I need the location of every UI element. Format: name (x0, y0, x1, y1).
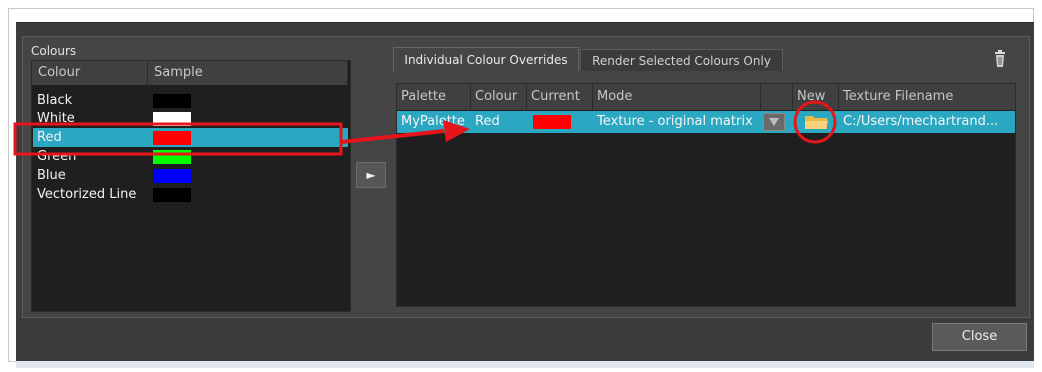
texture-filename-cell: C:/Users/mechartrand... (843, 114, 999, 129)
mode-cell[interactable]: Texture - original matrix (597, 111, 763, 133)
column-header-palette[interactable]: Palette (397, 84, 471, 110)
tab-individual-colour-overrides[interactable]: Individual Colour Overrides (393, 47, 579, 71)
close-button[interactable]: Close (932, 323, 1027, 351)
add-override-button[interactable]: ► (356, 162, 386, 188)
colour-swatch (153, 188, 191, 202)
override-row[interactable]: MyPalette Red Texture - original matrix … (397, 111, 1015, 133)
colour-name: Green (37, 149, 77, 164)
bottom-strip (16, 361, 1034, 368)
colour-name: Vectorized Line (37, 187, 137, 202)
colour-swatch (153, 112, 191, 126)
column-header-blank[interactable] (761, 84, 793, 110)
colour-row-green[interactable]: Green (33, 147, 348, 166)
column-header-colour[interactable]: Colour (32, 61, 148, 85)
trash-icon[interactable] (989, 48, 1011, 70)
colour-swatch (153, 169, 191, 183)
colour-name: White (37, 111, 75, 126)
overrides-table[interactable]: Palette Colour Current Mode New Texture … (396, 83, 1016, 307)
colour-name: Black (37, 93, 73, 108)
column-header-sample[interactable]: Sample (148, 61, 348, 85)
colour-row-black[interactable]: Black (33, 91, 348, 110)
folder-icon[interactable] (801, 114, 831, 131)
colour-row-vectorized-line[interactable]: Vectorized Line (33, 185, 348, 204)
colour-name: Blue (37, 168, 66, 183)
column-header-texture-filename[interactable]: Texture Filename (839, 84, 1015, 110)
colour-swatch (153, 131, 191, 145)
current-swatch (533, 115, 571, 129)
tab-render-selected-colours-only[interactable]: Render Selected Colours Only (580, 49, 783, 71)
column-header-colour[interactable]: Colour (471, 84, 527, 110)
colour-cell: Red (475, 114, 500, 129)
colour-name: Red (37, 130, 62, 145)
column-header-mode[interactable]: Mode (593, 84, 761, 110)
colour-row-white[interactable]: White (33, 109, 348, 128)
palette-cell: MyPalette (401, 114, 465, 129)
colour-swatch (153, 94, 191, 108)
colours-group-label: Colours (31, 44, 77, 58)
colour-list[interactable]: Colour Sample Black White Red Green Blue… (31, 60, 351, 312)
colour-row-blue[interactable]: Blue (33, 166, 348, 185)
mode-dropdown-icon[interactable] (763, 113, 785, 131)
colour-swatch (153, 150, 191, 164)
colour-row-red[interactable]: Red (33, 128, 348, 147)
column-header-current[interactable]: Current (527, 84, 593, 110)
column-header-new[interactable]: New (793, 84, 839, 110)
